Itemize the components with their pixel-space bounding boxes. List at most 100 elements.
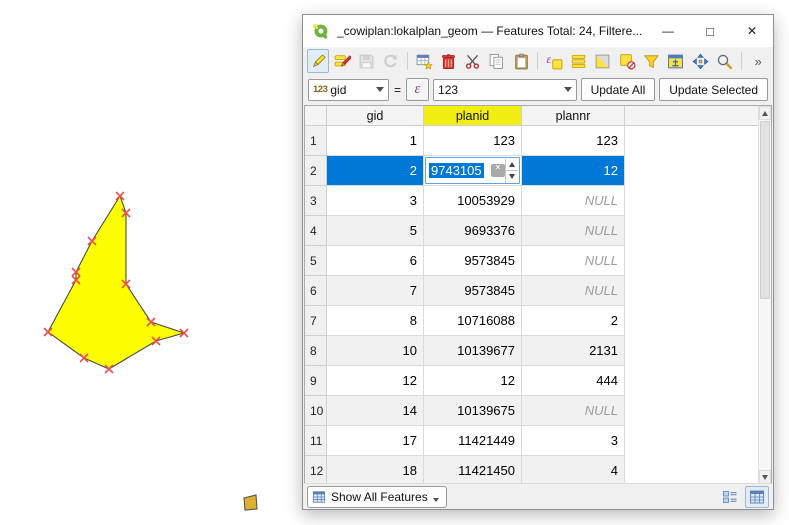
cell-gid[interactable]: 2 — [327, 156, 424, 186]
scrollbar-thumb[interactable] — [760, 121, 770, 299]
feature-filter-mode-button[interactable]: Show All Features — [307, 486, 447, 508]
table-row[interactable]: 1117114214493 — [305, 426, 758, 456]
cell-gid[interactable]: 8 — [327, 306, 424, 336]
row-number[interactable]: 7 — [305, 306, 327, 336]
row-number[interactable]: 3 — [305, 186, 327, 216]
cell-planid[interactable]: 10053929 — [424, 186, 522, 216]
cell-plannr[interactable]: 3 — [522, 426, 625, 456]
update-all-button[interactable]: Update All — [581, 78, 656, 101]
scroll-down-icon[interactable] — [759, 470, 771, 484]
table-view-button[interactable] — [745, 486, 769, 508]
close-button[interactable]: ✕ — [731, 15, 773, 47]
expression-builder-button[interactable]: ε — [406, 78, 429, 101]
toggle-editing-button[interactable] — [307, 49, 329, 73]
table-row[interactable]: 679573845NULL — [305, 276, 758, 306]
cell-plannr[interactable]: 4 — [522, 456, 625, 484]
field-value-input[interactable]: 123 — [433, 79, 577, 101]
row-number[interactable]: 5 — [305, 246, 327, 276]
toolbar-overflow-button[interactable]: » — [746, 49, 769, 73]
table-row[interactable]: 810101396772131 — [305, 336, 758, 366]
table-row[interactable]: 1218114214504 — [305, 456, 758, 484]
table-row[interactable]: 3310053929NULL — [305, 186, 758, 216]
vertical-scrollbar[interactable] — [758, 106, 771, 484]
copy-button[interactable] — [486, 49, 508, 73]
cell-plannr[interactable]: 2131 — [522, 336, 625, 366]
form-view-button[interactable] — [718, 486, 742, 508]
pan-to-selected-button[interactable] — [689, 49, 711, 73]
titlebar[interactable]: _cowiplan:lokalplan_geom — Features Tota… — [303, 15, 773, 47]
deselect-all-button[interactable] — [616, 49, 638, 73]
scroll-up-icon[interactable] — [759, 106, 771, 120]
cell-plannr[interactable]: NULL — [522, 186, 625, 216]
column-header-gid[interactable]: gid — [327, 106, 424, 126]
spin-down-icon[interactable] — [506, 171, 518, 183]
row-number[interactable]: 12 — [305, 456, 327, 484]
header-corner[interactable] — [305, 106, 327, 126]
cell-gid[interactable]: 3 — [327, 186, 424, 216]
table-row[interactable]: 459693376NULL — [305, 216, 758, 246]
table-row[interactable]: 11123123 — [305, 126, 758, 156]
cell-plannr[interactable]: 2 — [522, 306, 625, 336]
selected-feature-polygon[interactable] — [48, 196, 184, 369]
cell-planid[interactable]: 10139677 — [424, 336, 522, 366]
update-selected-button[interactable]: Update Selected — [659, 78, 768, 101]
column-header-planid[interactable]: planid — [424, 106, 522, 126]
small-feature-polygon[interactable] — [244, 495, 257, 510]
clear-icon[interactable] — [491, 164, 506, 177]
row-number[interactable]: 2 — [305, 156, 327, 186]
cell-gid[interactable]: 7 — [327, 276, 424, 306]
cell-planid[interactable]: 9743105 — [424, 156, 522, 186]
row-number[interactable]: 1 — [305, 126, 327, 156]
cell-planid[interactable]: 9573845 — [424, 276, 522, 306]
cut-button[interactable] — [462, 49, 484, 73]
cell-gid[interactable]: 10 — [327, 336, 424, 366]
add-feature-button[interactable] — [413, 49, 435, 73]
cell-plannr[interactable]: NULL — [522, 216, 625, 246]
cell-gid[interactable]: 5 — [327, 216, 424, 246]
editor-selected-text[interactable]: 9743105 — [429, 163, 484, 178]
select-all-button[interactable] — [568, 49, 590, 73]
cell-gid[interactable]: 18 — [327, 456, 424, 484]
cell-gid[interactable]: 12 — [327, 366, 424, 396]
cell-planid[interactable]: 10716088 — [424, 306, 522, 336]
cell-planid[interactable]: 11421449 — [424, 426, 522, 456]
cell-planid[interactable]: 11421450 — [424, 456, 522, 484]
cell-gid[interactable]: 17 — [327, 426, 424, 456]
cell-gid[interactable]: 14 — [327, 396, 424, 426]
cell-gid[interactable]: 1 — [327, 126, 424, 156]
row-number[interactable]: 10 — [305, 396, 327, 426]
cell-gid[interactable]: 6 — [327, 246, 424, 276]
table-row[interactable]: 569573845NULL — [305, 246, 758, 276]
row-number[interactable]: 4 — [305, 216, 327, 246]
minimize-button[interactable]: — — [647, 15, 689, 47]
zoom-to-selected-button[interactable] — [713, 49, 735, 73]
row-number[interactable]: 11 — [305, 426, 327, 456]
row-number[interactable]: 9 — [305, 366, 327, 396]
cell-plannr[interactable]: NULL — [522, 276, 625, 306]
table-row[interactable]: 22 9743105 12 — [305, 156, 758, 186]
cell-plannr[interactable]: NULL — [522, 246, 625, 276]
multi-edit-button[interactable] — [331, 49, 353, 73]
cell-plannr[interactable]: 12 — [522, 156, 625, 186]
cell-plannr[interactable]: 444 — [522, 366, 625, 396]
table-row[interactable]: 78107160882 — [305, 306, 758, 336]
filter-form-button[interactable] — [640, 49, 662, 73]
cell-plannr[interactable]: 123 — [522, 126, 625, 156]
delete-selected-button[interactable] — [437, 49, 459, 73]
paste-button[interactable] — [510, 49, 532, 73]
cell-planid[interactable]: 123 — [424, 126, 522, 156]
row-number[interactable]: 6 — [305, 276, 327, 306]
planid-cell-editor[interactable]: 9743105 — [425, 157, 520, 184]
cell-planid[interactable]: 10139675 — [424, 396, 522, 426]
dock-table-button[interactable] — [665, 49, 687, 73]
row-number[interactable]: 8 — [305, 336, 327, 366]
cell-planid[interactable]: 9693376 — [424, 216, 522, 246]
table-row[interactable]: 101410139675NULL — [305, 396, 758, 426]
invert-selection-button[interactable] — [592, 49, 614, 73]
field-selector-dropdown[interactable]: 123 gid — [308, 79, 389, 101]
spin-up-icon[interactable] — [506, 159, 518, 171]
cell-planid[interactable]: 12 — [424, 366, 522, 396]
column-header-plannr[interactable]: plannr — [522, 106, 625, 126]
select-by-expression-button[interactable]: ε — [543, 49, 565, 73]
cell-plannr[interactable]: NULL — [522, 396, 625, 426]
